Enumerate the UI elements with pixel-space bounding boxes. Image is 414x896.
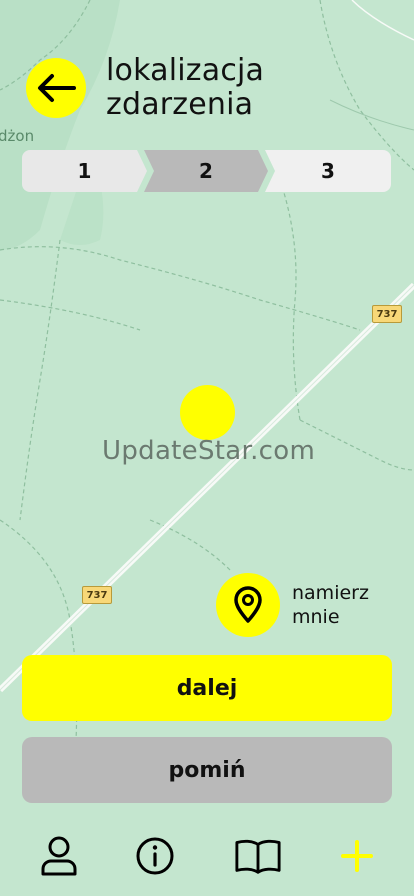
next-button[interactable]: dalej — [22, 655, 392, 721]
nav-add-report[interactable] — [333, 832, 381, 880]
next-button-label: dalej — [176, 675, 238, 701]
nav-info[interactable] — [131, 832, 179, 880]
skip-button[interactable]: pomiń — [22, 737, 392, 803]
bottom-navigation — [0, 820, 414, 896]
road-number-badge: 737 — [372, 305, 402, 323]
locate-me-button[interactable] — [216, 573, 280, 637]
user-icon — [41, 836, 77, 876]
plus-icon — [341, 840, 373, 872]
page-title: lokalizacja zdarzenia — [106, 53, 265, 122]
back-button[interactable] — [26, 58, 86, 118]
locate-me-label-text: namierz mnie — [292, 582, 369, 628]
arrow-left-icon — [38, 74, 76, 102]
step-indicator: 1 2 3 — [22, 150, 391, 192]
skip-button-label: pomiń — [168, 757, 246, 783]
map-place-label: dżon — [0, 127, 35, 145]
step-1[interactable]: 1 — [22, 150, 147, 192]
nav-guide[interactable] — [234, 832, 282, 880]
location-pin-icon — [234, 586, 262, 623]
info-icon — [136, 837, 174, 875]
step-2-active[interactable]: 2 — [144, 150, 268, 192]
nav-profile[interactable] — [35, 832, 83, 880]
step-3[interactable]: 3 — [265, 150, 391, 192]
watermark-text: UpdateStar.com — [102, 436, 316, 466]
book-icon — [235, 839, 281, 874]
locate-me-label[interactable]: namierz mnie — [292, 581, 388, 629]
map-location-marker[interactable] — [180, 385, 235, 440]
road-number-badge: 737 — [82, 586, 112, 604]
